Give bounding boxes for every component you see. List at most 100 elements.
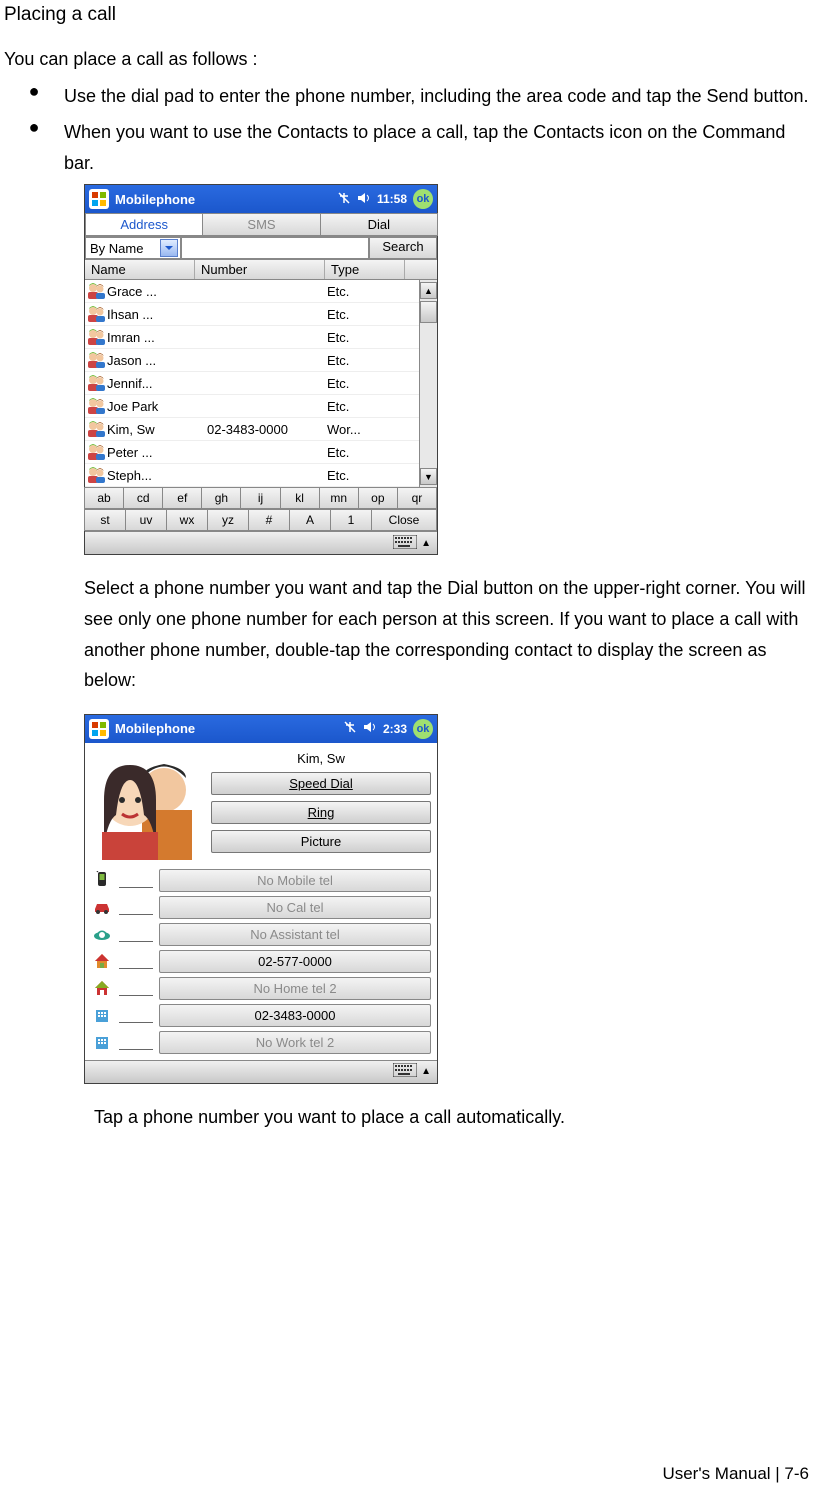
speed-slot[interactable] bbox=[119, 1008, 153, 1023]
contact-row[interactable]: Jason ...Etc. bbox=[85, 349, 419, 372]
phone-row: No Assistant tel bbox=[91, 923, 431, 946]
letter-key[interactable]: mn bbox=[319, 487, 359, 509]
signal-icon bbox=[337, 191, 351, 208]
keyboard-icon[interactable] bbox=[393, 535, 417, 552]
letter-key[interactable]: wx bbox=[166, 509, 208, 531]
letter-key[interactable]: yz bbox=[207, 509, 249, 531]
start-icon[interactable] bbox=[89, 189, 109, 209]
contact-name: Kim, Sw bbox=[211, 751, 431, 766]
contact-row[interactable]: Peter ...Etc. bbox=[85, 441, 419, 464]
speed-slot[interactable] bbox=[119, 927, 153, 942]
app-title: Mobilephone bbox=[115, 192, 331, 207]
chevron-down-icon[interactable] bbox=[160, 239, 178, 257]
sip-up-icon[interactable]: ▲ bbox=[421, 1066, 431, 1077]
letter-key[interactable]: kl bbox=[280, 487, 320, 509]
contact-row[interactable]: Ihsan ...Etc. bbox=[85, 303, 419, 326]
contact-name-cell: Joe Park bbox=[107, 399, 207, 414]
col-name[interactable]: Name bbox=[85, 260, 195, 279]
letter-key[interactable]: op bbox=[358, 487, 398, 509]
contact-name-cell: Jennif... bbox=[107, 376, 207, 391]
contact-row[interactable]: Joe ParkEtc. bbox=[85, 395, 419, 418]
letter-key[interactable]: 1 bbox=[330, 509, 372, 531]
letter-key[interactable]: cd bbox=[123, 487, 163, 509]
phone-row: No Work tel 2 bbox=[91, 1031, 431, 1054]
bullet-marker: ● bbox=[4, 117, 64, 178]
contact-row[interactable]: Imran ... Etc. bbox=[85, 326, 419, 349]
search-button[interactable]: Search bbox=[369, 237, 437, 259]
contact-type-cell: Etc. bbox=[327, 353, 387, 368]
column-header: Name Number Type bbox=[85, 260, 437, 280]
scroll-up-icon[interactable]: ▲ bbox=[420, 282, 437, 299]
phone-number-button[interactable]: 02-577-0000 bbox=[159, 950, 431, 973]
app-title: Mobilephone bbox=[115, 721, 337, 736]
letter-key[interactable]: A bbox=[289, 509, 331, 531]
contact-row[interactable]: Steph... Etc. bbox=[85, 464, 419, 487]
signal-icon bbox=[343, 720, 357, 737]
contact-type-cell: Etc. bbox=[327, 330, 387, 345]
contact-row[interactable]: Kim, Sw02-3483-0000Wor... bbox=[85, 418, 419, 441]
search-input[interactable] bbox=[181, 237, 369, 259]
sort-dropdown[interactable]: By Name bbox=[85, 237, 181, 259]
clock-time: 11:58 bbox=[377, 192, 407, 206]
work2-icon bbox=[91, 1033, 113, 1051]
speed-dial-button[interactable]: Speed Dial bbox=[211, 772, 431, 795]
tab-sms[interactable]: SMS bbox=[202, 213, 320, 236]
scroll-thumb[interactable] bbox=[420, 301, 437, 323]
phone-number-button: No Cal tel bbox=[159, 896, 431, 919]
contact-name-cell: Imran ... bbox=[107, 330, 207, 345]
contact-avatar bbox=[91, 749, 203, 861]
ok-button[interactable]: ok bbox=[413, 719, 433, 739]
phone-number-button[interactable]: 02-3483-0000 bbox=[159, 1004, 431, 1027]
speed-slot[interactable] bbox=[119, 981, 153, 996]
contact-icon bbox=[87, 467, 105, 483]
letter-key[interactable]: ab bbox=[84, 487, 124, 509]
mobile-icon bbox=[91, 871, 113, 889]
tab-dial[interactable]: Dial bbox=[320, 213, 438, 236]
letter-key[interactable]: gh bbox=[201, 487, 241, 509]
letter-key[interactable]: uv bbox=[125, 509, 167, 531]
bullet-text-1: Use the dial pad to enter the phone numb… bbox=[64, 81, 809, 112]
col-number[interactable]: Number bbox=[195, 260, 325, 279]
tab-bar: Address SMS Dial bbox=[85, 213, 437, 237]
phone-row: No Cal tel bbox=[91, 896, 431, 919]
picture-button[interactable]: Picture bbox=[211, 830, 431, 853]
speed-slot[interactable] bbox=[119, 1035, 153, 1050]
contact-icon bbox=[87, 329, 105, 345]
letter-key[interactable]: ij bbox=[240, 487, 280, 509]
phone-list: No Mobile telNo Cal telNo Assistant tel0… bbox=[85, 867, 437, 1060]
contacts-list: Grace ...Etc.Ihsan ...Etc.Imran ...Etc.J… bbox=[85, 280, 419, 487]
speaker-icon bbox=[363, 720, 377, 737]
scroll-down-icon[interactable]: ▼ bbox=[420, 468, 437, 485]
phone-number-button: No Work tel 2 bbox=[159, 1031, 431, 1054]
contact-icon bbox=[87, 398, 105, 414]
speed-slot[interactable] bbox=[119, 873, 153, 888]
contact-type-cell: Etc. bbox=[327, 468, 387, 483]
letter-key[interactable]: st bbox=[84, 509, 126, 531]
sip-up-icon[interactable]: ▲ bbox=[421, 538, 431, 549]
phone-number-button: No Home tel 2 bbox=[159, 977, 431, 1000]
contact-icon bbox=[87, 375, 105, 391]
letter-key[interactable]: # bbox=[248, 509, 290, 531]
speed-slot[interactable] bbox=[119, 900, 153, 915]
contact-icon bbox=[87, 421, 105, 437]
speed-slot[interactable] bbox=[119, 954, 153, 969]
close-button[interactable]: Close bbox=[371, 509, 437, 531]
phone-row: No Home tel 2 bbox=[91, 977, 431, 1000]
contact-row[interactable]: Grace ...Etc. bbox=[85, 280, 419, 303]
letter-key[interactable]: ef bbox=[162, 487, 202, 509]
ring-button[interactable]: Ring bbox=[211, 801, 431, 824]
col-type[interactable]: Type bbox=[325, 260, 405, 279]
tab-address[interactable]: Address bbox=[85, 213, 203, 236]
keyboard-icon[interactable] bbox=[393, 1063, 417, 1080]
contact-row[interactable]: Jennif...Etc. bbox=[85, 372, 419, 395]
ok-button[interactable]: ok bbox=[413, 189, 433, 209]
scrollbar[interactable]: ▲ ▼ bbox=[419, 280, 437, 487]
letter-key[interactable]: qr bbox=[397, 487, 437, 509]
contact-name-cell: Steph... bbox=[107, 468, 207, 483]
screenshot-contacts-list: Mobilephone 11:58 ok Address SMS Dial By… bbox=[84, 184, 438, 555]
bullet-marker: ● bbox=[4, 81, 64, 112]
intro-text: You can place a call as follows : bbox=[4, 44, 809, 75]
command-bar: ▲ bbox=[85, 1060, 437, 1083]
start-icon[interactable] bbox=[89, 719, 109, 739]
contact-icon bbox=[87, 306, 105, 322]
